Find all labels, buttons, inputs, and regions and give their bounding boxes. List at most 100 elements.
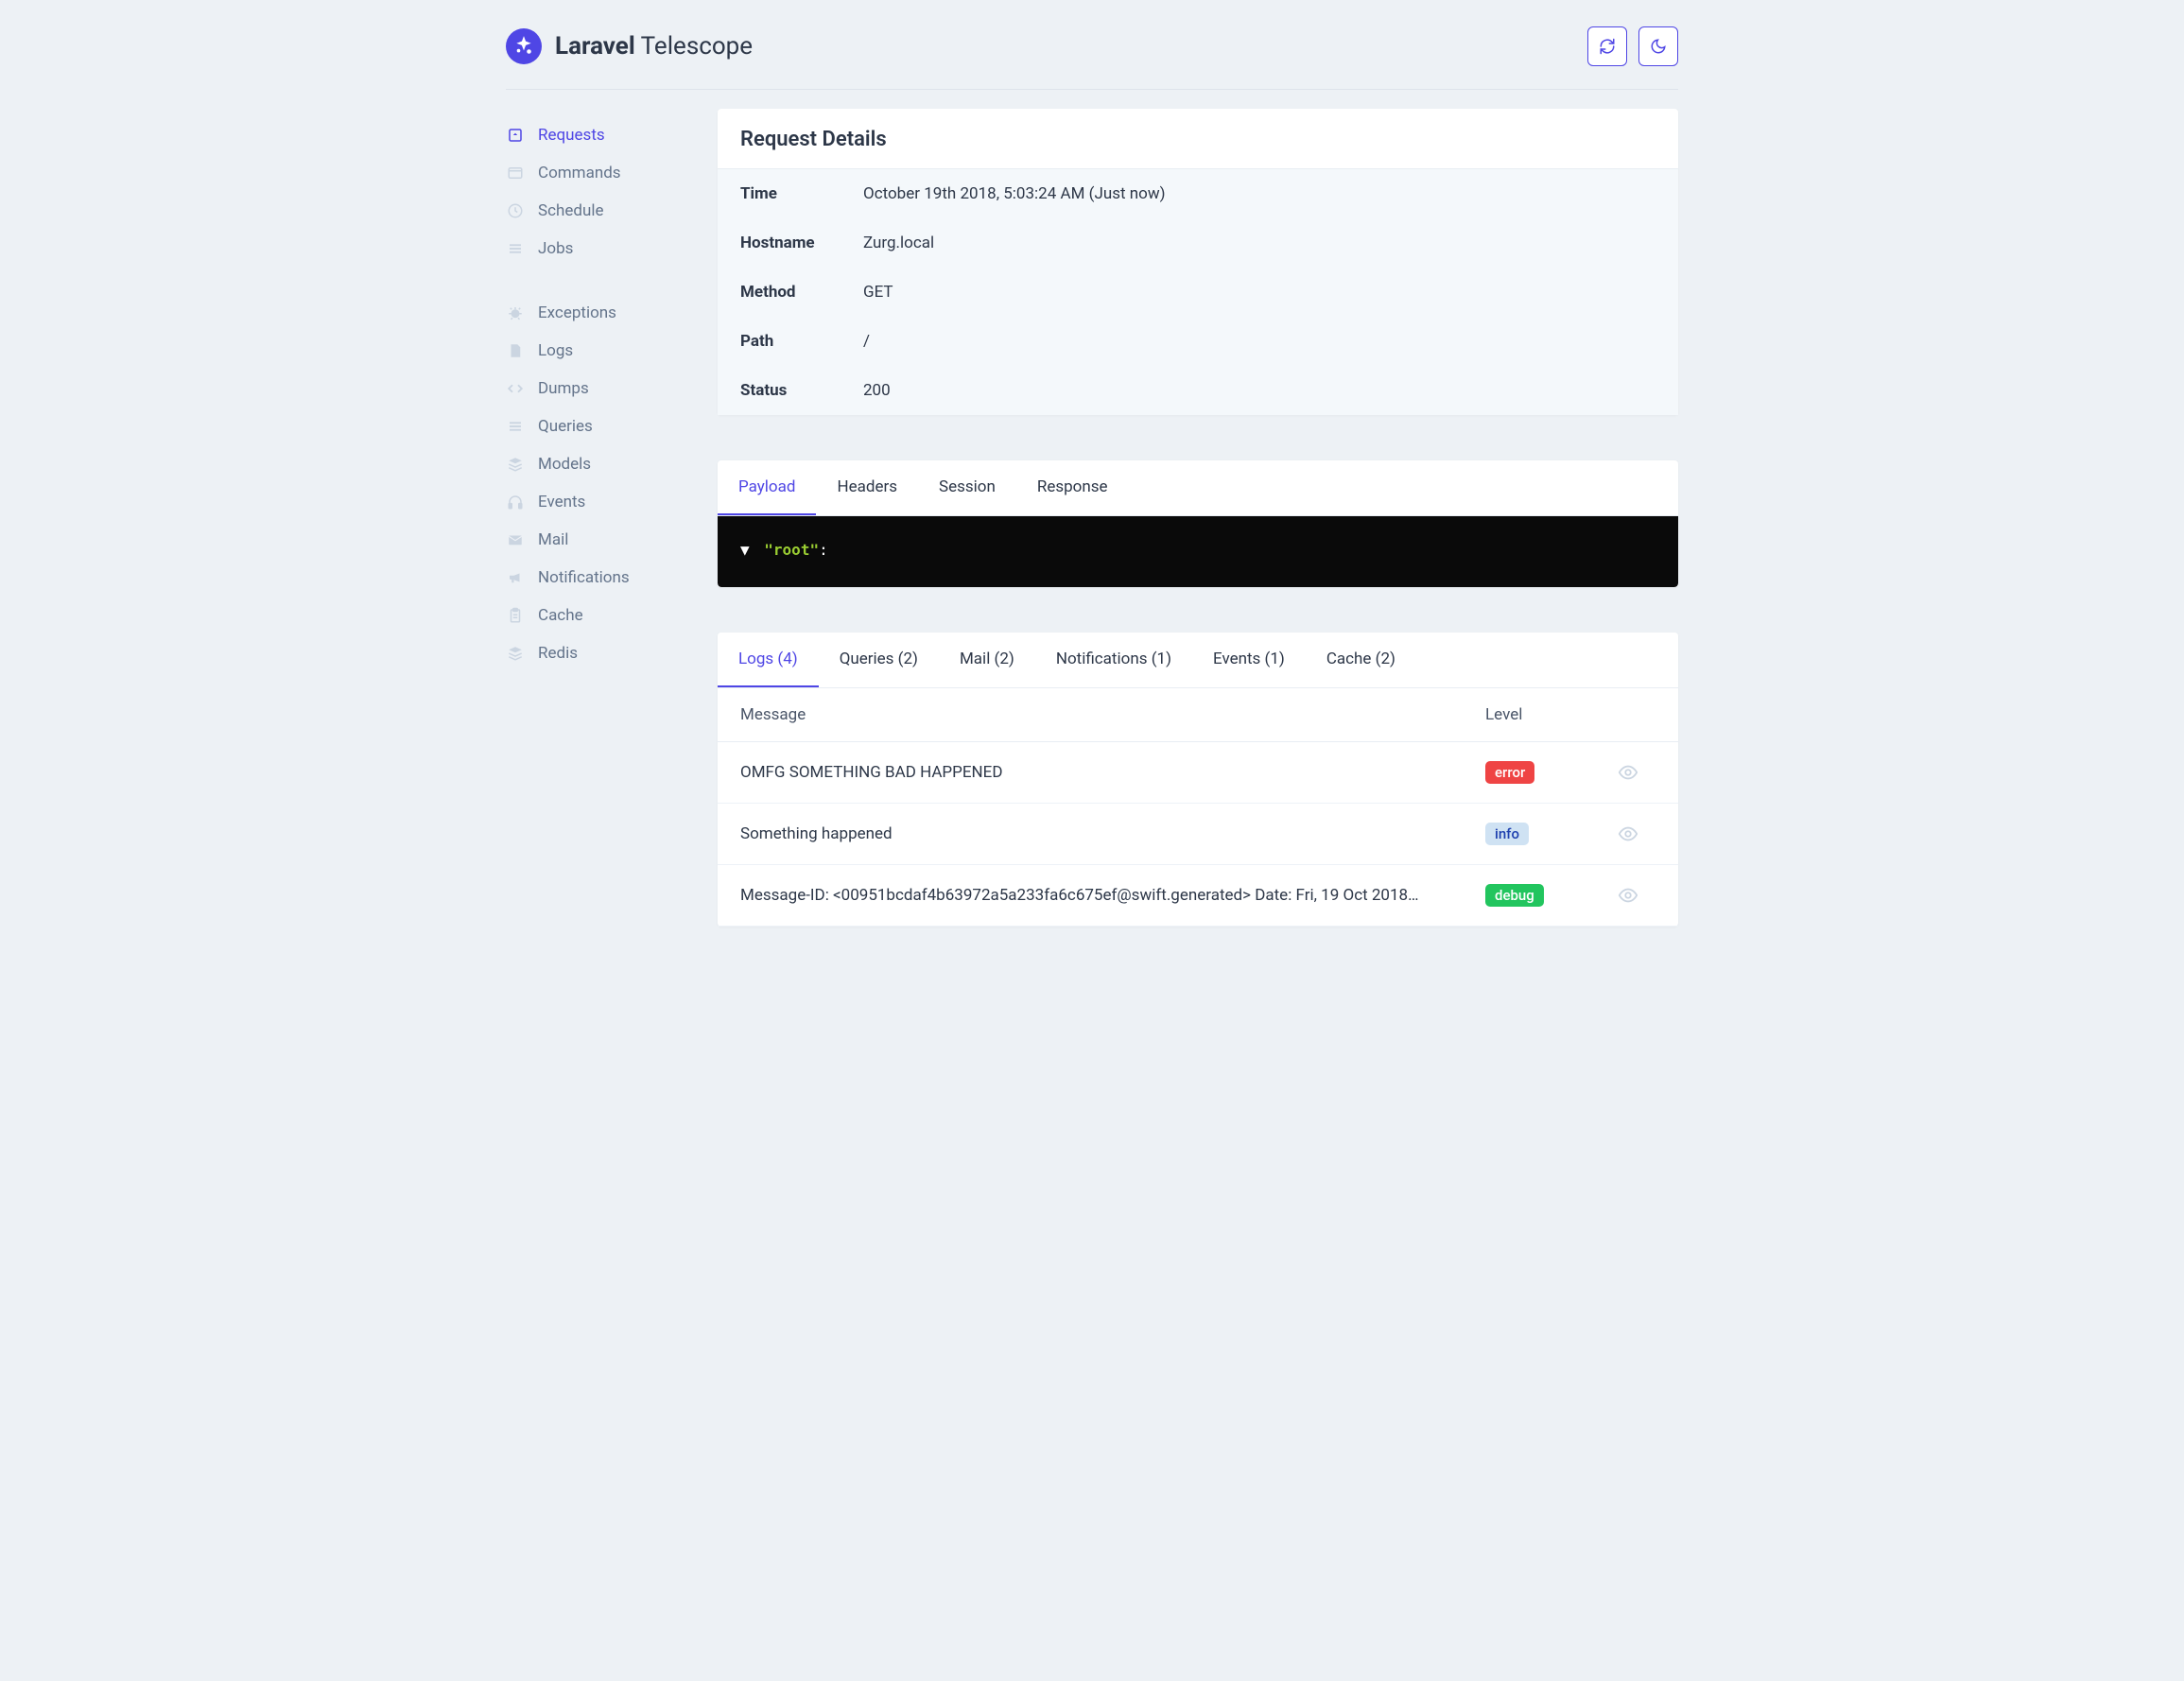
logs-table-header: Message Level xyxy=(718,688,1678,742)
sidebar: Requests Commands Schedule Jobs Exceptions Lo… xyxy=(506,109,695,927)
detail-label: Time xyxy=(740,184,863,203)
header: Laravel Telescope xyxy=(506,0,1678,90)
sidebar-item-jobs[interactable]: Jobs xyxy=(506,230,695,268)
sidebar-item-notifications[interactable]: Notifications xyxy=(506,559,695,597)
sidebar-item-schedule[interactable]: Schedule xyxy=(506,192,695,230)
sidebar-item-cache[interactable]: Cache xyxy=(506,597,695,634)
detail-label: Method xyxy=(740,283,863,302)
tab-logs-4-[interactable]: Logs (4) xyxy=(718,633,819,687)
related-entries-card: Logs (4)Queries (2)Mail (2)Notifications… xyxy=(718,633,1678,927)
sidebar-item-logs[interactable]: Logs xyxy=(506,332,695,370)
payload-tabs: PayloadHeadersSessionResponse xyxy=(718,460,1678,516)
nav-label: Logs xyxy=(538,341,573,360)
clock-icon xyxy=(506,201,525,220)
nav-label: Queries xyxy=(538,417,593,436)
headphones-icon xyxy=(506,493,525,511)
nav-label: Redis xyxy=(538,644,578,663)
code-icon xyxy=(506,379,525,398)
app-title: Laravel Telescope xyxy=(555,32,753,61)
sidebar-item-requests[interactable]: Requests xyxy=(506,116,695,154)
detail-label: Hostname xyxy=(740,234,863,252)
refresh-button[interactable] xyxy=(1587,26,1627,66)
main-content: Request Details TimeOctober 19th 2018, 5… xyxy=(718,109,1678,927)
nav-label: Jobs xyxy=(538,239,573,258)
sidebar-item-commands[interactable]: Commands xyxy=(506,154,695,192)
level-badge: debug xyxy=(1485,884,1544,907)
col-header-level: Level xyxy=(1485,705,1618,724)
bars-icon xyxy=(506,417,525,436)
detail-value: October 19th 2018, 5:03:24 AM (Just now) xyxy=(863,184,1166,203)
tab-response[interactable]: Response xyxy=(1016,460,1129,515)
log-message: Message-ID: <00951bcdaf4b63972a5a233fa6c… xyxy=(740,886,1485,905)
tab-payload[interactable]: Payload xyxy=(718,460,816,515)
detail-value: 200 xyxy=(863,381,891,400)
view-log-button[interactable] xyxy=(1618,762,1655,783)
layers-icon xyxy=(506,644,525,663)
level-badge: error xyxy=(1485,761,1534,784)
view-log-button[interactable] xyxy=(1618,823,1655,844)
tab-mail-2-[interactable]: Mail (2) xyxy=(939,633,1035,687)
payload-json-viewer[interactable]: ▼ "root": xyxy=(718,516,1678,587)
layers-icon xyxy=(506,455,525,474)
sidebar-item-redis[interactable]: Redis xyxy=(506,634,695,672)
file-icon xyxy=(506,341,525,360)
tab-queries-2-[interactable]: Queries (2) xyxy=(819,633,939,687)
expand-arrow-icon[interactable]: ▼ xyxy=(740,541,750,559)
sidebar-item-exceptions[interactable]: Exceptions xyxy=(506,294,695,332)
nav-label: Events xyxy=(538,493,585,511)
detail-value: Zurg.local xyxy=(863,234,934,252)
brand-logo-icon xyxy=(506,28,542,64)
nav-label: Models xyxy=(538,455,591,474)
log-row: OMFG SOMETHING BAD HAPPENEDerror xyxy=(718,742,1678,804)
log-row: Message-ID: <00951bcdaf4b63972a5a233fa6c… xyxy=(718,865,1678,927)
sidebar-item-dumps[interactable]: Dumps xyxy=(506,370,695,407)
detail-value: / xyxy=(863,332,870,351)
bug-icon xyxy=(506,303,525,322)
moon-icon xyxy=(1650,38,1667,55)
tab-notifications-1-[interactable]: Notifications (1) xyxy=(1035,633,1192,687)
sidebar-item-models[interactable]: Models xyxy=(506,445,695,483)
card-title: Request Details xyxy=(718,109,1678,169)
refresh-icon xyxy=(1599,38,1616,55)
brand: Laravel Telescope xyxy=(506,28,753,64)
col-header-message: Message xyxy=(740,705,1485,724)
bars-icon xyxy=(506,239,525,258)
related-tabs: Logs (4)Queries (2)Mail (2)Notifications… xyxy=(718,633,1678,688)
tab-cache-2-[interactable]: Cache (2) xyxy=(1306,633,1416,687)
mail-icon xyxy=(506,530,525,549)
nav-label: Commands xyxy=(538,164,621,182)
theme-toggle-button[interactable] xyxy=(1638,26,1678,66)
detail-label: Status xyxy=(740,381,863,400)
log-message: OMFG SOMETHING BAD HAPPENED xyxy=(740,763,1485,782)
sidebar-item-mail[interactable]: Mail xyxy=(506,521,695,559)
detail-row: TimeOctober 19th 2018, 5:03:24 AM (Just … xyxy=(718,169,1678,218)
clipboard-icon xyxy=(506,606,525,625)
nav-label: Schedule xyxy=(538,201,603,220)
eye-icon xyxy=(1618,823,1655,844)
log-row: Something happenedinfo xyxy=(718,804,1678,865)
detail-row: Path/ xyxy=(718,317,1678,366)
detail-label: Path xyxy=(740,332,863,351)
nav-label: Exceptions xyxy=(538,303,616,322)
view-log-button[interactable] xyxy=(1618,885,1655,906)
tab-session[interactable]: Session xyxy=(918,460,1016,515)
terminal-icon xyxy=(506,164,525,182)
payload-card: PayloadHeadersSessionResponse ▼ "root": xyxy=(718,460,1678,587)
package-icon xyxy=(506,126,525,145)
request-details-card: Request Details TimeOctober 19th 2018, 5… xyxy=(718,109,1678,415)
log-message: Something happened xyxy=(740,824,1485,843)
sidebar-item-queries[interactable]: Queries xyxy=(506,407,695,445)
tab-headers[interactable]: Headers xyxy=(816,460,918,515)
nav-label: Mail xyxy=(538,530,568,549)
detail-row: HostnameZurg.local xyxy=(718,218,1678,268)
bullhorn-icon xyxy=(506,568,525,587)
detail-value: GET xyxy=(863,283,893,302)
level-badge: info xyxy=(1485,823,1529,845)
tab-events-1-[interactable]: Events (1) xyxy=(1192,633,1306,687)
detail-row: Status200 xyxy=(718,366,1678,415)
nav-label: Requests xyxy=(538,126,605,145)
sidebar-item-events[interactable]: Events xyxy=(506,483,695,521)
json-key: "root" xyxy=(764,541,819,559)
nav-label: Dumps xyxy=(538,379,589,398)
nav-label: Cache xyxy=(538,606,583,625)
